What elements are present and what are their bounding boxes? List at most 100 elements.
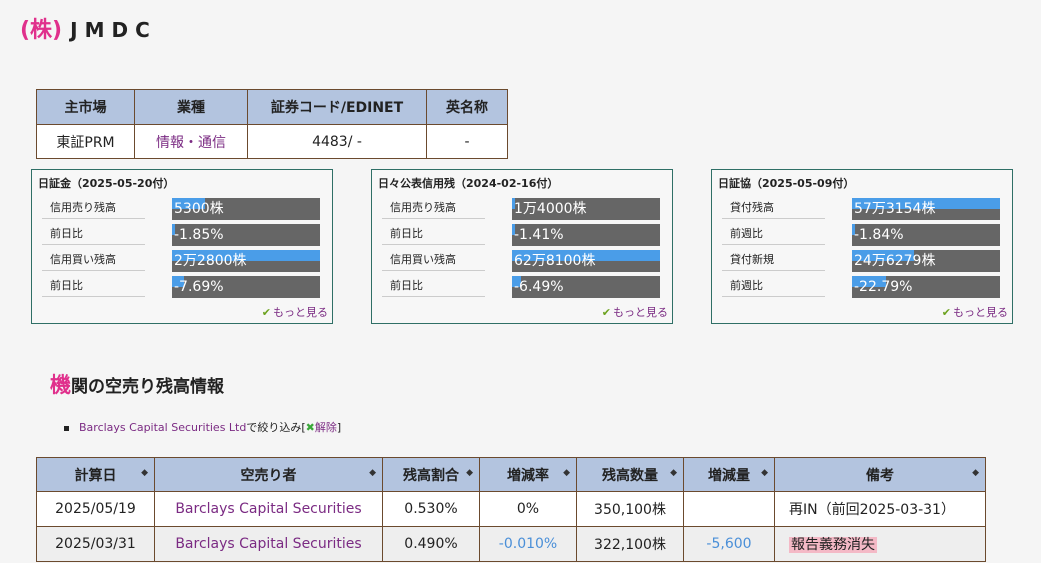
panel-row: 前日比 -1.85% xyxy=(42,224,322,246)
column-header-label: 計算日 xyxy=(74,467,117,484)
more-link-label: もっと見る xyxy=(953,306,1008,319)
section-title-rest: 関の空売り残高情報 xyxy=(71,377,224,397)
row-value: -1.84% xyxy=(854,227,904,243)
column-header-label: 増減率 xyxy=(507,467,549,484)
filter-entity-link[interactable]: Barclays Capital Securities Ltd xyxy=(79,421,246,434)
more-link-label: もっと見る xyxy=(613,306,668,319)
column-header-label: 増減量 xyxy=(708,467,750,484)
info-header-industry: 業種 xyxy=(134,89,248,125)
clear-filter-button[interactable]: ✖解除 xyxy=(306,421,337,434)
sort-icon[interactable]: ◆ xyxy=(761,468,768,478)
panel-row: 信用買い残高 2万2800株 xyxy=(42,250,322,272)
more-link[interactable]: ✔ もっと見る xyxy=(942,304,1008,320)
row-value: -1.85% xyxy=(174,227,224,243)
more-link-label: もっと見る xyxy=(273,306,328,319)
company-kabu: (株) xyxy=(20,18,63,43)
column-header-note[interactable]: 備考 ◆ xyxy=(774,457,986,492)
company-name: JMDC xyxy=(70,18,157,42)
panel-nisshokin: 日証金（2025-05-20付） 信用売り残高 5300株 前日比 -1.85%… xyxy=(31,169,333,324)
row-label: 貸付新規 xyxy=(722,250,825,271)
panel-title: 日証金（2025-05-20付） xyxy=(38,177,175,190)
info-industry-link[interactable]: 情報・通信 xyxy=(134,124,248,159)
panel-row: 前日比 -6.49% xyxy=(382,276,662,298)
column-header-label: 備考 xyxy=(866,467,894,484)
row-value: 24万6279株 xyxy=(854,253,936,269)
row-bar: 1万4000株 xyxy=(512,198,660,220)
cell-change-qty xyxy=(683,491,775,527)
close-icon: ✖ xyxy=(305,421,315,434)
row-bar: -1.84% xyxy=(852,224,1000,246)
row-bar: 2万2800株 xyxy=(172,250,320,272)
info-code: 4483/ - xyxy=(247,124,427,159)
column-header-label: 残高数量 xyxy=(602,467,658,484)
row-value: -1.41% xyxy=(514,227,564,243)
column-header-date[interactable]: 計算日 ◆ xyxy=(36,457,155,492)
row-bar: 62万8100株 xyxy=(512,250,660,272)
column-header-change-qty[interactable]: 増減量 ◆ xyxy=(683,457,775,492)
sort-icon[interactable]: ◆ xyxy=(369,468,376,478)
info-header-market: 主市場 xyxy=(36,89,135,125)
panel-row: 貸付残高 57万3154株 xyxy=(722,198,1002,220)
column-header-quantity[interactable]: 残高数量 ◆ xyxy=(576,457,684,492)
column-header-label: 空売り者 xyxy=(240,467,297,484)
cell-seller-link[interactable]: Barclays Capital Securities xyxy=(154,526,383,562)
row-bar: -6.49% xyxy=(512,276,660,298)
row-label: 信用買い残高 xyxy=(42,250,145,271)
more-link[interactable]: ✔ もっと見る xyxy=(602,304,668,320)
cell-change-rate: 0% xyxy=(479,491,577,527)
company-info-table: 主市場 業種 証券コード/EDINET 英名称 東証PRM 情報・通信 4483… xyxy=(36,89,508,159)
cell-quantity: 322,100株 xyxy=(576,526,684,562)
filter-line: Barclays Capital Securities Ltdで絞り込み[✖解除… xyxy=(64,419,341,435)
row-label: 前日比 xyxy=(42,276,145,297)
company-heading: (株) JMDC xyxy=(20,12,157,46)
clear-filter-label: 解除 xyxy=(314,421,337,434)
cell-seller-link[interactable]: Barclays Capital Securities xyxy=(154,491,383,527)
column-header-seller[interactable]: 空売り者 ◆ xyxy=(154,457,383,492)
info-english-name: - xyxy=(426,124,508,159)
check-icon: ✔ xyxy=(941,306,951,319)
row-value: 1万4000株 xyxy=(514,201,587,217)
sort-icon[interactable]: ◆ xyxy=(466,468,473,478)
row-label: 前週比 xyxy=(722,276,825,297)
row-value: 57万3154株 xyxy=(854,201,936,217)
row-bar: 5300株 xyxy=(172,198,320,220)
panel-row: 貸付新規 24万6279株 xyxy=(722,250,1002,272)
panel-row: 信用売り残高 5300株 xyxy=(42,198,322,220)
row-label: 前日比 xyxy=(382,276,485,297)
row-label: 信用買い残高 xyxy=(382,250,485,271)
sort-icon[interactable]: ◆ xyxy=(563,468,570,478)
more-link[interactable]: ✔ もっと見る xyxy=(262,304,328,320)
short-selling-table: 計算日 ◆ 空売り者 ◆ 残高割合 ◆ 増減率 ◆ 残高数量 ◆ 増減量 ◆ 備考 ◆ 202… xyxy=(36,457,986,562)
row-label: 前週比 xyxy=(722,224,825,245)
column-header-label: 残高割合 xyxy=(403,467,459,484)
bullet-icon xyxy=(64,425,69,431)
row-value: -22.79% xyxy=(854,279,913,295)
cell-change-rate: -0.010% xyxy=(479,526,577,562)
panel-jsda: 日証協（2025-05-09付） 貸付残高 57万3154株 前週比 -1.84… xyxy=(711,169,1013,324)
row-bar: -1.85% xyxy=(172,224,320,246)
info-market: 東証PRM xyxy=(36,124,135,159)
sort-icon[interactable]: ◆ xyxy=(141,468,148,478)
panel-title: 日々公表信用残（2024-02-16付） xyxy=(378,177,559,190)
row-label: 前日比 xyxy=(42,224,145,245)
row-value: 5300株 xyxy=(174,201,224,217)
cell-date: 2025/05/19 xyxy=(36,491,155,527)
panel-daily-margin: 日々公表信用残（2024-02-16付） 信用売り残高 1万4000株 前日比 … xyxy=(371,169,673,324)
filter-suffix: で絞り込み[ xyxy=(246,421,306,434)
sort-icon[interactable]: ◆ xyxy=(972,468,979,478)
note-badge: 報告義務消失 xyxy=(789,537,877,553)
filter-close-bracket: ] xyxy=(336,421,342,434)
cell-date: 2025/03/31 xyxy=(36,526,155,562)
cell-quantity: 350,100株 xyxy=(576,491,684,527)
row-value: 2万2800株 xyxy=(174,253,247,269)
column-header-ratio[interactable]: 残高割合 ◆ xyxy=(382,457,480,492)
sort-icon[interactable]: ◆ xyxy=(670,468,677,478)
row-bar: -22.79% xyxy=(852,276,1000,298)
row-value: -6.49% xyxy=(514,279,564,295)
section-title-first-char: 機 xyxy=(50,373,71,397)
info-header-code: 証券コード/EDINET xyxy=(247,89,427,125)
cell-ratio: 0.490% xyxy=(382,526,480,562)
row-label: 貸付残高 xyxy=(722,198,825,219)
row-bar: -7.69% xyxy=(172,276,320,298)
column-header-change-rate[interactable]: 増減率 ◆ xyxy=(479,457,577,492)
